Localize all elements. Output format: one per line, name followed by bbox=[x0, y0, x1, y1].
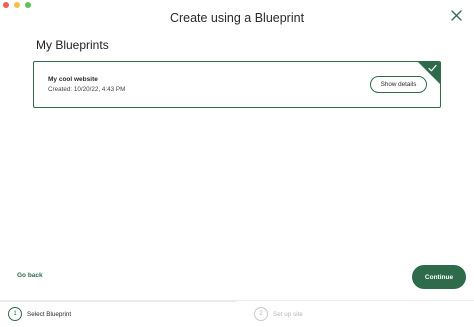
progress-stepper: 1 Select Blueprint 2 Set up site bbox=[0, 300, 474, 327]
step-number: 2 bbox=[254, 307, 268, 321]
section-title: My Blueprints bbox=[36, 38, 109, 52]
step-set-up-site: 2 Set up site bbox=[254, 307, 303, 321]
blueprint-created-date: Created: 10/20/22, 4:43 PM bbox=[48, 86, 126, 93]
window-controls bbox=[3, 2, 31, 8]
checkmark-icon bbox=[428, 64, 437, 72]
step-label: Select Blueprint bbox=[27, 310, 72, 318]
modal-title: Create using a Blueprint bbox=[169, 11, 305, 25]
step-select-blueprint: 1 Select Blueprint bbox=[8, 307, 71, 321]
minimize-window-button[interactable] bbox=[14, 2, 20, 8]
stepper-divider bbox=[0, 301, 237, 302]
zoom-window-button[interactable] bbox=[25, 2, 31, 8]
continue-button[interactable]: Continue bbox=[412, 265, 466, 289]
blueprint-name: My cool website bbox=[48, 76, 98, 83]
blueprint-modal: Create using a Blueprint My Blueprints M… bbox=[0, 0, 474, 327]
step-label: Set up site bbox=[273, 310, 303, 318]
close-window-button[interactable] bbox=[3, 2, 9, 8]
close-icon[interactable] bbox=[449, 8, 463, 22]
go-back-link[interactable]: Go back bbox=[17, 272, 43, 279]
blueprint-card[interactable]: My cool website Created: 10/20/22, 4:43 … bbox=[33, 61, 441, 108]
show-details-button[interactable]: Show details bbox=[370, 76, 427, 93]
step-number: 1 bbox=[8, 307, 22, 321]
